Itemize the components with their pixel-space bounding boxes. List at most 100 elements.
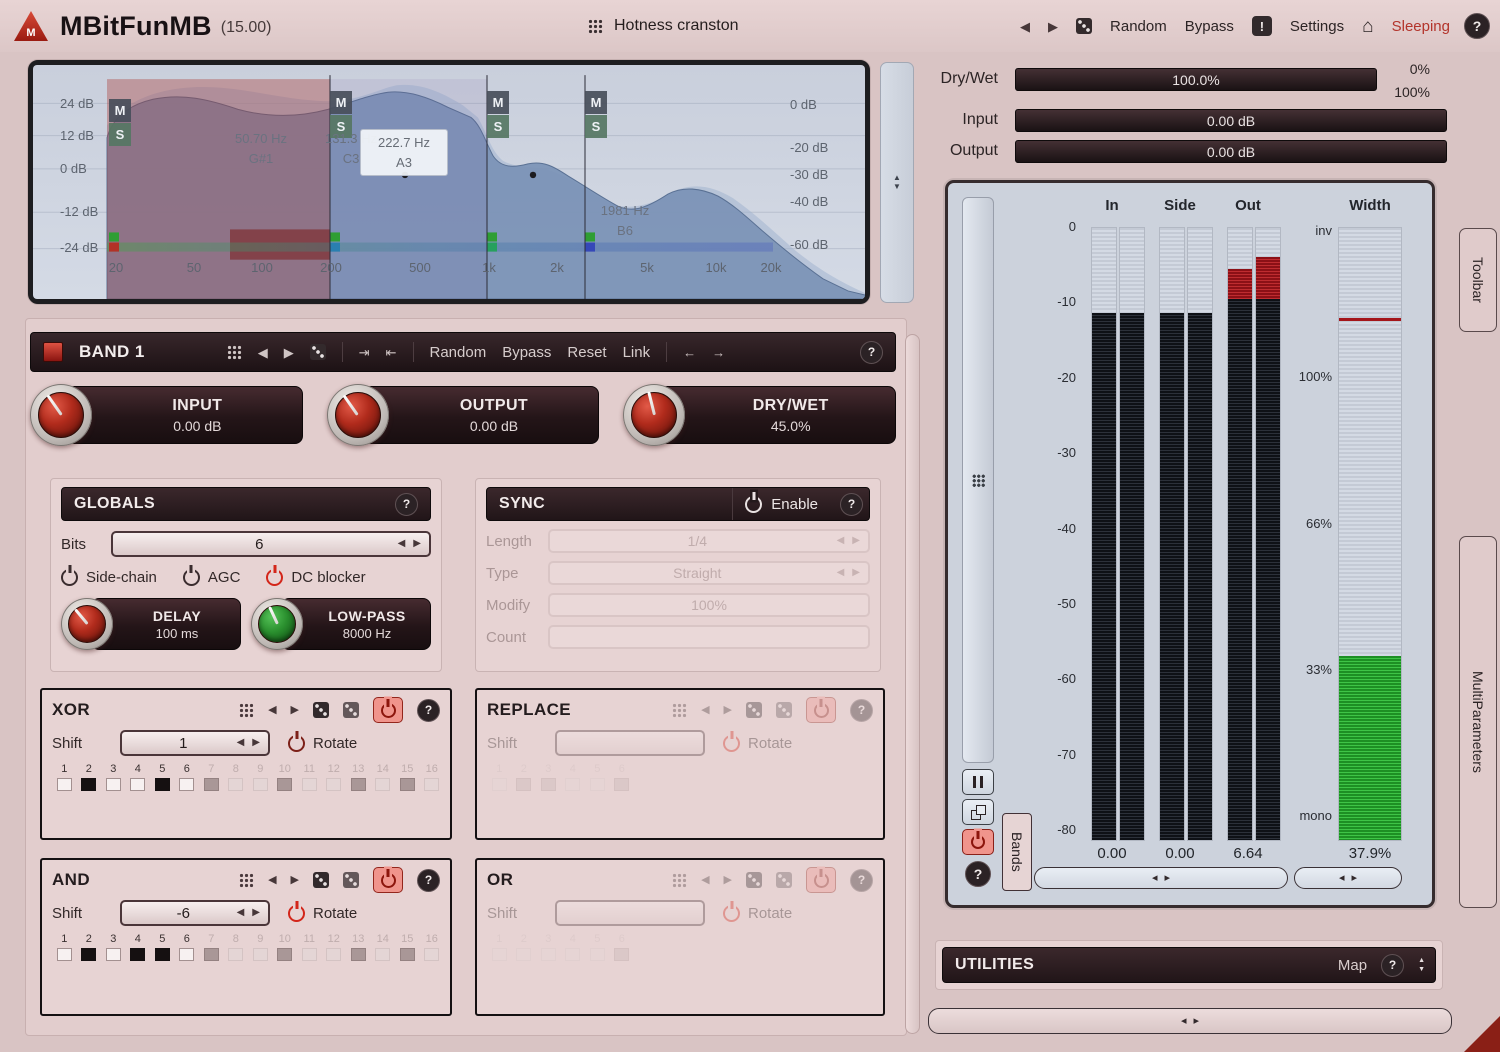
settings-button[interactable]: Settings xyxy=(1290,18,1344,35)
lowpass-knob[interactable] xyxy=(251,598,303,650)
scroll-left-icon[interactable]: ◂ xyxy=(1339,873,1345,884)
bits-decrement-icon[interactable]: ◀ xyxy=(398,539,406,549)
bit-cell[interactable] xyxy=(106,778,121,791)
band1-mid-badge[interactable]: M xyxy=(109,99,131,122)
crossover-label-4[interactable]: 1981 Hz B6 xyxy=(590,201,660,240)
and-shift-slider[interactable]: -6 ◀ ▶ xyxy=(120,900,270,926)
scroll-left-icon[interactable]: ◂ xyxy=(1152,873,1158,884)
bit-cell[interactable] xyxy=(130,948,145,961)
band-prev-icon[interactable]: ◀ xyxy=(258,346,268,359)
globals-help-icon[interactable]: ? xyxy=(395,493,418,516)
bit-cell[interactable] xyxy=(326,778,341,791)
bit-cell[interactable] xyxy=(179,948,194,961)
band-title[interactable]: BAND 1 xyxy=(79,342,145,362)
crossover-label-3[interactable]: 222.7 Hz A3 xyxy=(360,129,448,176)
analyzer-plot[interactable]: 24 dB 12 dB 0 dB -12 dB -24 dB 0 dB -20 … xyxy=(33,65,865,299)
band-link-button[interactable]: Link xyxy=(623,344,651,361)
delay-knob[interactable] xyxy=(61,598,113,650)
band3-side-badge[interactable]: S xyxy=(487,115,509,138)
band3-mid-badge[interactable]: M xyxy=(487,91,509,114)
or-random-icon[interactable] xyxy=(746,872,762,888)
band-reset-button[interactable]: Reset xyxy=(567,344,606,361)
and-prev-icon[interactable]: ◀ xyxy=(268,875,276,886)
or-menu-icon[interactable] xyxy=(672,873,687,888)
output-gain-knob[interactable] xyxy=(327,384,389,446)
sync-modify-slider[interactable]: 100% xyxy=(548,593,870,617)
or-prev-icon[interactable]: ◀ xyxy=(701,875,709,886)
input-slider[interactable]: 0.00 dB xyxy=(1015,109,1447,132)
spectrum-analyzer[interactable]: 24 dB 12 dB 0 dB -12 dB -24 dB 0 dB -20 … xyxy=(28,60,870,304)
bit-cell[interactable] xyxy=(400,778,415,791)
meter-power-button[interactable] xyxy=(962,829,994,855)
band2-mid-badge[interactable]: M xyxy=(330,91,352,114)
scroll-right-icon[interactable]: ▸ xyxy=(1194,1016,1200,1027)
output-slider[interactable]: 0.00 dB xyxy=(1015,140,1447,163)
warning-icon[interactable]: ! xyxy=(1252,16,1272,36)
decrement-icon[interactable]: ◀ xyxy=(237,738,245,748)
replace-menu-icon[interactable] xyxy=(672,703,687,718)
expand-up-icon[interactable]: ▲ xyxy=(1418,957,1425,964)
random-button[interactable]: Random xyxy=(1110,18,1167,35)
sync-enable-button[interactable]: Enable xyxy=(732,488,830,520)
bit-cell[interactable] xyxy=(155,948,170,961)
xor-rotate-toggle[interactable]: Rotate xyxy=(288,735,357,752)
bit-cell[interactable] xyxy=(204,948,219,961)
replace-power-button[interactable] xyxy=(806,697,836,723)
sync-count-slider[interactable] xyxy=(548,625,870,649)
band-redo-icon[interactable]: → xyxy=(712,346,725,359)
scroll-right-icon[interactable]: ▸ xyxy=(1165,873,1171,884)
bit-cell[interactable] xyxy=(57,778,72,791)
band-help-icon[interactable]: ? xyxy=(860,341,883,364)
xor-random-all-icon[interactable] xyxy=(343,702,359,718)
width-scrollbar[interactable]: ◂ ▸ xyxy=(1294,867,1402,889)
home-icon[interactable]: ⌂ xyxy=(1362,17,1373,36)
decrement-icon[interactable]: ◀ xyxy=(237,908,245,918)
or-power-button[interactable] xyxy=(806,867,836,893)
xor-prev-icon[interactable]: ◀ xyxy=(268,705,276,716)
replace-help-icon[interactable]: ? xyxy=(850,699,873,722)
bit-cell[interactable] xyxy=(424,778,439,791)
copy-to-band-icon[interactable]: ⇥ xyxy=(359,346,370,359)
bit-cell[interactable] xyxy=(424,948,439,961)
bands-tab[interactable]: Bands xyxy=(1002,813,1032,891)
xor-bit-grid[interactable]: 12345678910111213141516 xyxy=(52,763,440,791)
xor-menu-icon[interactable] xyxy=(239,703,254,718)
bits-increment-icon[interactable]: ▶ xyxy=(413,539,421,549)
and-rotate-toggle[interactable]: Rotate xyxy=(288,905,357,922)
increment-icon[interactable]: ▶ xyxy=(852,568,860,578)
replace-random-icon[interactable] xyxy=(746,702,762,718)
bit-cell[interactable] xyxy=(179,778,194,791)
bit-cell[interactable] xyxy=(106,948,121,961)
bit-cell[interactable] xyxy=(351,948,366,961)
paste-from-band-icon[interactable]: ⇤ xyxy=(386,346,397,359)
drywet-knob[interactable] xyxy=(623,384,685,446)
band-random-icon[interactable] xyxy=(310,344,326,360)
utilities-help-icon[interactable]: ? xyxy=(1381,954,1404,977)
decrement-icon[interactable]: ◀ xyxy=(837,568,845,578)
band-editor-scrollbar[interactable] xyxy=(905,334,920,1034)
bit-cell[interactable] xyxy=(400,948,415,961)
decrement-icon[interactable]: ◀ xyxy=(837,536,845,546)
bit-cell[interactable] xyxy=(302,778,317,791)
band-menu-icon[interactable] xyxy=(227,345,242,360)
bit-cell[interactable] xyxy=(57,948,72,961)
bit-cell[interactable] xyxy=(228,778,243,791)
meter-popup-button[interactable] xyxy=(962,799,994,825)
band4-mid-badge[interactable]: M xyxy=(585,91,607,114)
bypass-button[interactable]: Bypass xyxy=(1185,18,1234,35)
increment-icon[interactable]: ▶ xyxy=(852,536,860,546)
increment-icon[interactable]: ▶ xyxy=(252,908,260,918)
and-help-icon[interactable]: ? xyxy=(417,869,440,892)
sleeping-indicator[interactable]: Sleeping xyxy=(1392,18,1450,35)
bit-cell[interactable] xyxy=(302,948,317,961)
sidechain-toggle[interactable]: Side-chain xyxy=(61,569,157,586)
map-button[interactable]: Map xyxy=(1338,957,1367,974)
band-color-swatch[interactable] xyxy=(43,342,63,362)
sync-length-slider[interactable]: 1/4 ◀ ▶ xyxy=(548,529,870,553)
bit-cell[interactable] xyxy=(253,778,268,791)
bit-cell[interactable] xyxy=(277,778,292,791)
bit-cell[interactable] xyxy=(155,778,170,791)
dc-blocker-toggle[interactable]: DC blocker xyxy=(266,569,365,586)
xor-next-icon[interactable]: ▶ xyxy=(291,705,299,716)
and-bit-grid[interactable]: 12345678910111213141516 xyxy=(52,933,440,961)
